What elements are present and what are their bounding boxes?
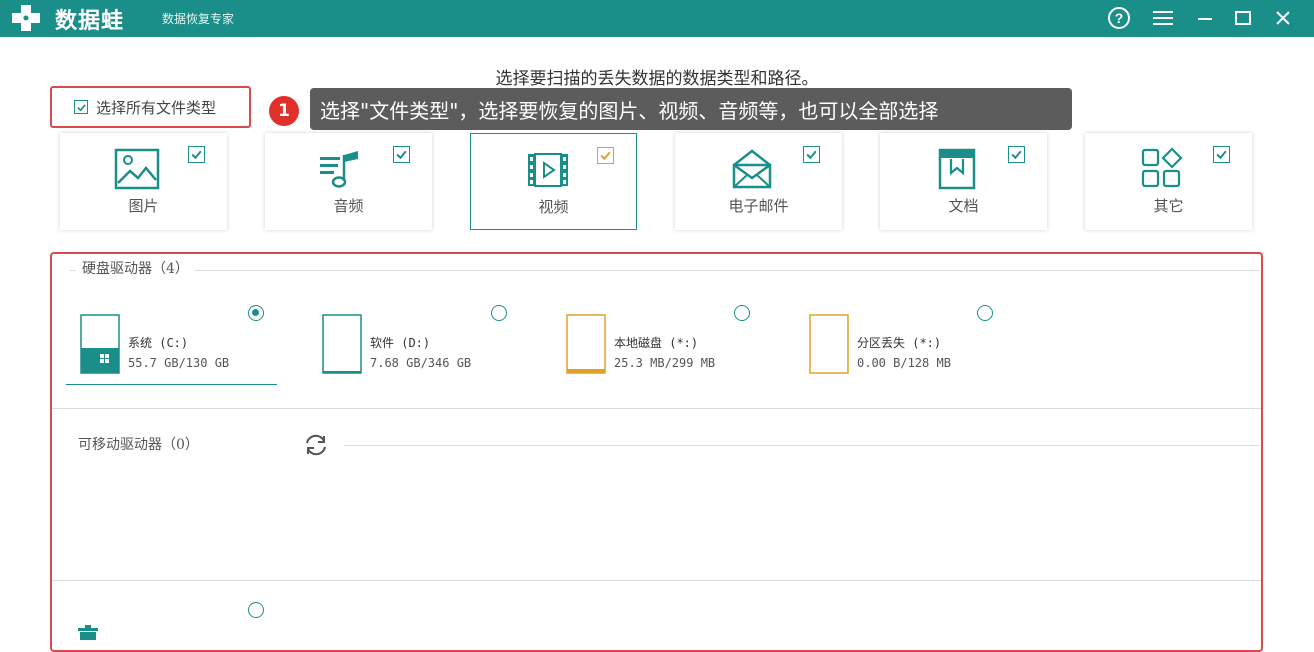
check-icon [76, 103, 86, 111]
help-icon: ? [1108, 7, 1130, 29]
drive-size: 0.00 B/128 MB [857, 356, 951, 370]
filetype-other[interactable]: 其它 [1085, 133, 1252, 230]
maximize-button[interactable] [1230, 5, 1256, 31]
filetype-checkbox[interactable] [1213, 146, 1230, 163]
filetype-label: 电子邮件 [728, 197, 789, 215]
filetype-label: 音频 [333, 197, 364, 215]
select-all-label: 选择所有文件类型 [96, 98, 217, 117]
minimize-button[interactable] [1192, 5, 1218, 31]
app-subtitle: 数据恢复专家 [162, 12, 235, 26]
removable-drives-title: 可移动驱动器（0） [72, 434, 205, 454]
video-icon [528, 153, 568, 187]
filetype-checkbox[interactable] [597, 147, 614, 164]
check-icon [396, 150, 407, 160]
filetype-label: 图片 [128, 197, 159, 215]
drive-size: 7.68 GB/346 GB [370, 356, 472, 370]
selected-underline [66, 384, 277, 385]
check-icon [1011, 150, 1022, 160]
close-icon [1276, 11, 1290, 25]
filetype-audio[interactable]: 音频 [265, 133, 432, 230]
filetype-email[interactable]: 电子邮件 [675, 133, 842, 230]
check-icon [600, 151, 611, 161]
check-icon [806, 150, 817, 160]
hard-drives-title: 硬盘驱动器（4） [76, 258, 195, 278]
location-radio[interactable] [248, 602, 264, 618]
minimize-icon [1198, 18, 1212, 20]
filetype-video[interactable]: 视频 [470, 133, 637, 230]
filetype-label: 视频 [538, 198, 569, 216]
step-badge: 1 [269, 96, 299, 126]
refresh-icon[interactable] [303, 433, 329, 457]
drive-size: 25.3 MB/299 MB [614, 356, 716, 370]
filetype-checkbox[interactable] [188, 146, 205, 163]
image-icon [114, 148, 160, 190]
drive-name: 软件 (D:) [370, 336, 431, 350]
drive-icon [566, 314, 606, 374]
check-icon [191, 150, 202, 160]
filetype-label: 文档 [948, 197, 979, 215]
app-name: 数据蛙 [55, 9, 125, 34]
filetype-checkbox[interactable] [1008, 146, 1025, 163]
svg-text:?: ? [1115, 10, 1124, 26]
filetype-label: 其它 [1153, 197, 1184, 215]
maximize-icon [1235, 11, 1251, 25]
close-button[interactable] [1270, 5, 1296, 31]
menu-icon [1153, 11, 1173, 25]
help-button[interactable]: ? [1106, 5, 1132, 31]
drive-radio-lost-partition[interactable] [977, 305, 993, 321]
other-icon [1141, 147, 1183, 188]
email-icon [732, 149, 772, 189]
drive-name: 本地磁盘 (*:) [614, 336, 699, 350]
filetype-checkbox[interactable] [803, 146, 820, 163]
filetype-document[interactable]: 文档 [880, 133, 1047, 230]
checkbox[interactable] [74, 100, 88, 114]
system-drive-icon [80, 314, 120, 374]
drive-name: 分区丢失 (*:) [857, 336, 942, 350]
filetype-checkbox[interactable] [393, 146, 410, 163]
divider [70, 270, 1260, 271]
drive-radio-c[interactable] [248, 305, 264, 321]
recycle-bin-icon[interactable] [76, 624, 100, 640]
logo-icon [12, 5, 40, 31]
divider [52, 408, 1261, 409]
drive-radio-d[interactable] [491, 305, 507, 321]
menu-button[interactable] [1150, 5, 1176, 31]
drive-icon [809, 314, 849, 374]
title-bar: 数据蛙 数据恢复专家 ? [0, 0, 1314, 37]
divider [344, 445, 1260, 446]
check-icon [1216, 150, 1227, 160]
drive-size: 55.7 GB/130 GB [128, 356, 230, 370]
drive-radio-local[interactable] [734, 305, 750, 321]
annotation-tooltip: 选择"文件类型"，选择要恢复的图片、视频、音频等，也可以全部选择 [310, 88, 1072, 130]
drive-icon [322, 314, 362, 374]
drive-name: 系统 (C:) [128, 336, 189, 350]
select-all-checkbox[interactable]: 选择所有文件类型 [50, 86, 251, 128]
music-icon [320, 151, 358, 188]
filetype-image[interactable]: 图片 [60, 133, 227, 230]
divider [52, 580, 1261, 581]
document-icon [938, 148, 976, 190]
